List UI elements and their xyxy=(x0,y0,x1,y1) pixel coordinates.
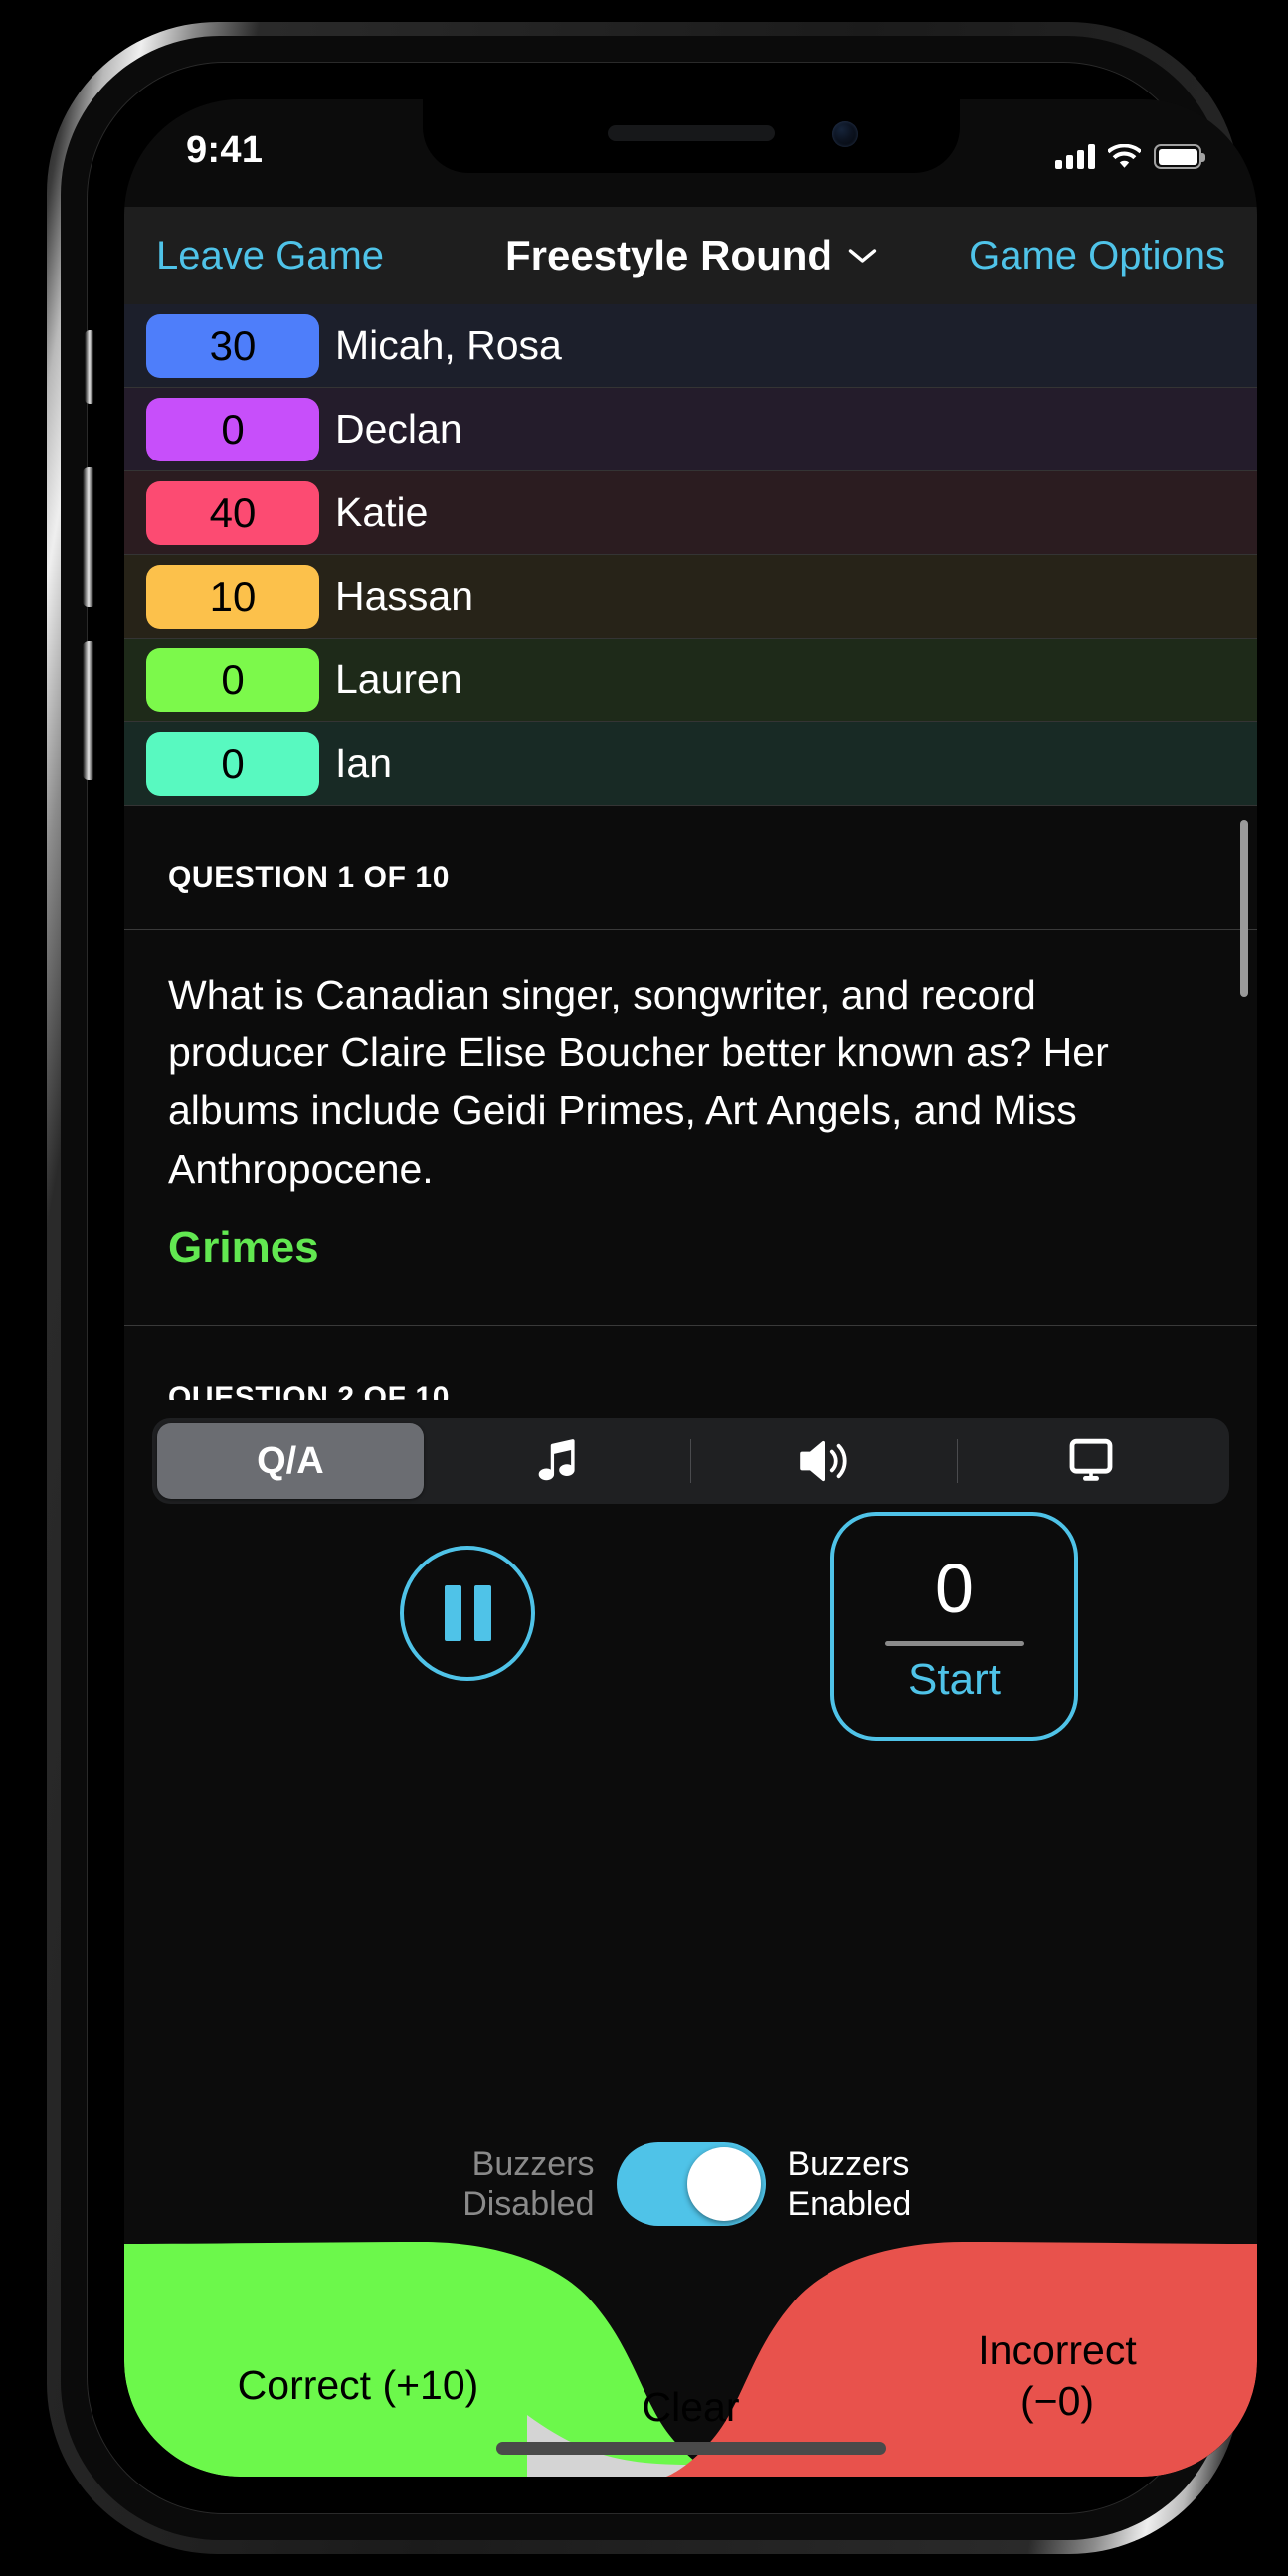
answer-action-shapes xyxy=(124,2242,1257,2477)
player-name: Micah, Rosa xyxy=(335,322,562,368)
front-camera xyxy=(831,121,858,147)
player-name: Declan xyxy=(335,406,462,452)
player-scoreboard-list: 30 Micah, Rosa 0 Declan 40 Katie 10 Hassan 0 Laur… xyxy=(124,304,1257,806)
buzzers-disabled-line1: Buzzers xyxy=(471,2144,595,2183)
earpiece-speaker xyxy=(607,125,775,141)
main-content: 30 Micah, Rosa 0 Declan 40 Katie 10 Hassan 0 Laur… xyxy=(124,304,1257,2477)
tab-sound[interactable] xyxy=(691,1423,958,1499)
cellular-bars-icon xyxy=(1055,143,1095,169)
answer-action-bar: Correct (+10) Clear Incorrect (−0) xyxy=(124,2230,1257,2477)
buzzers-enabled-line1: Buzzers xyxy=(787,2144,910,2183)
question-scroll-area[interactable]: QUESTION 1 OF 10 What is Canadian singer… xyxy=(124,806,1257,1400)
mode-segmented-control: Q/A xyxy=(152,1418,1229,1504)
pause-button[interactable] xyxy=(400,1546,535,1681)
pause-icon-bar-right xyxy=(473,1585,491,1641)
timer-divider xyxy=(884,1640,1024,1646)
volume-up-button[interactable] xyxy=(83,467,93,607)
player-row[interactable]: 30 Micah, Rosa xyxy=(124,304,1257,388)
silent-switch-button[interactable] xyxy=(85,330,93,404)
tab-music[interactable] xyxy=(424,1423,690,1499)
player-row[interactable]: 40 Katie xyxy=(124,471,1257,555)
wifi-icon xyxy=(1108,144,1141,168)
player-score-chip[interactable]: 10 xyxy=(146,564,319,629)
player-row[interactable]: 0 Ian xyxy=(124,722,1257,806)
buzzers-disabled-label: Buzzers Disabled xyxy=(418,2144,595,2224)
tab-display[interactable] xyxy=(958,1423,1224,1499)
status-clock: 9:41 xyxy=(186,129,264,171)
status-indicators xyxy=(1055,135,1205,169)
device-notch xyxy=(422,99,960,173)
buzzers-toggle-switch[interactable] xyxy=(616,2142,766,2226)
question-current-text: What is Canadian singer, songwriter, and… xyxy=(168,972,1109,1192)
timer-start-label: Start xyxy=(908,1654,1001,1704)
question-next-block: QUESTION 2 OF 10 xyxy=(124,1326,1257,1400)
speaker-wave-icon xyxy=(800,1440,847,1482)
phone-screen: 9:41 Leave Game Freestyle Round Game Opt… xyxy=(124,99,1257,2477)
question-current-answer: Grimes xyxy=(168,1222,319,1272)
timer-value: 0 xyxy=(935,1549,974,1627)
page-title: Freestyle Round xyxy=(504,232,833,278)
mode-segmented-control-wrap: Q/A xyxy=(124,1400,1257,1504)
question-next-header: QUESTION 2 OF 10 xyxy=(168,1380,450,1400)
buzzers-toggle-row: Buzzers Disabled Buzzers Enabled xyxy=(124,2138,1257,2230)
player-row[interactable]: 10 Hassan xyxy=(124,555,1257,639)
player-row[interactable]: 0 Lauren xyxy=(124,639,1257,722)
round-title-menu[interactable]: Freestyle Round xyxy=(505,232,876,279)
screenshot-root: 9:41 Leave Game Freestyle Round Game Opt… xyxy=(0,0,1288,2576)
question-current-block: QUESTION 1 OF 10 What is Canadian singer… xyxy=(124,806,1257,1325)
player-score-chip[interactable]: 0 xyxy=(146,731,319,796)
volume-down-button[interactable] xyxy=(83,641,93,780)
music-note-icon xyxy=(538,1439,575,1481)
vertical-scrollbar[interactable] xyxy=(1240,820,1248,997)
buzzers-toggle-knob xyxy=(686,2147,761,2221)
pause-icon-bar-left xyxy=(444,1585,461,1641)
player-score-chip[interactable]: 0 xyxy=(146,397,319,461)
buzzers-enabled-label: Buzzers Enabled xyxy=(788,2144,965,2224)
monitor-display-icon xyxy=(1069,1438,1113,1481)
player-score-chip[interactable]: 40 xyxy=(146,480,319,545)
player-row[interactable]: 0 Declan xyxy=(124,388,1257,471)
player-name: Lauren xyxy=(335,656,462,702)
timer-start-button[interactable]: 0 Start xyxy=(830,1512,1078,1741)
player-score-chip[interactable]: 0 xyxy=(146,647,319,712)
player-name: Ian xyxy=(335,740,392,786)
question-current-header: QUESTION 1 OF 10 xyxy=(168,861,450,894)
leave-game-button[interactable]: Leave Game xyxy=(156,234,384,278)
player-score-chip[interactable]: 30 xyxy=(146,313,319,378)
chevron-down-icon xyxy=(848,249,876,263)
phone-device-frame: 9:41 Leave Game Freestyle Round Game Opt… xyxy=(47,22,1257,2554)
game-options-button[interactable]: Game Options xyxy=(969,234,1225,278)
tab-qa-label: Q/A xyxy=(257,1439,324,1482)
navigation-bar: Leave Game Freestyle Round Game Options xyxy=(124,207,1257,304)
tab-qa[interactable]: Q/A xyxy=(157,1423,424,1499)
timer-controls-row: 0 Start xyxy=(124,1504,1257,1780)
player-name: Katie xyxy=(335,489,429,535)
buzzers-enabled-line2: Enabled xyxy=(787,2185,912,2223)
home-indicator[interactable] xyxy=(495,2442,886,2455)
buzzers-disabled-line2: Disabled xyxy=(462,2185,595,2223)
battery-full-icon xyxy=(1154,144,1205,169)
player-name: Hassan xyxy=(335,573,474,619)
